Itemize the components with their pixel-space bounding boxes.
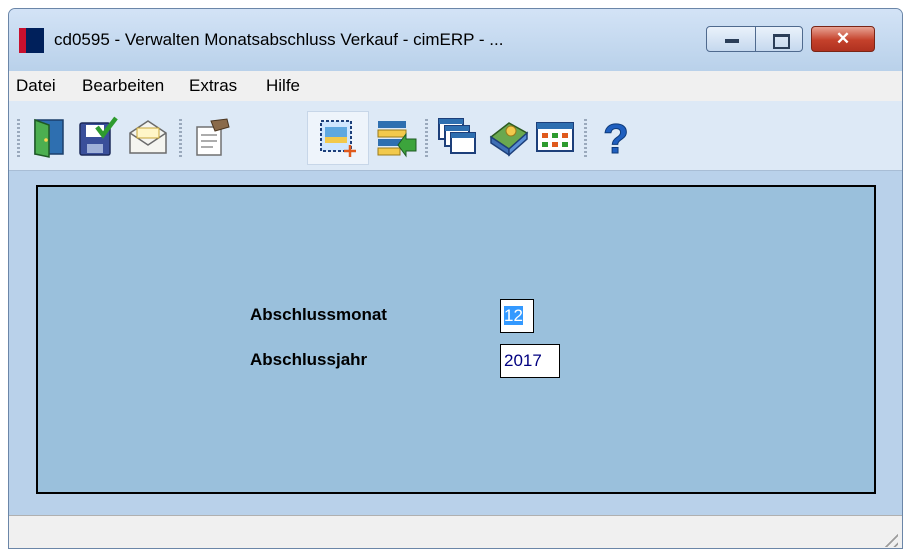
- minimize-button[interactable]: [706, 26, 756, 52]
- form-panel: Abschlussmonat 12 Abschlussjahr 2017: [36, 185, 876, 494]
- help-button[interactable]: ?: [594, 115, 638, 159]
- main-window: cd0595 - Verwalten Monatsabschluss Verka…: [8, 8, 903, 549]
- exit-door-icon: [34, 118, 64, 158]
- year-input[interactable]: 2017: [500, 344, 560, 378]
- year-label: Abschlussjahr: [250, 350, 368, 369]
- toolbar-separator: [179, 119, 182, 159]
- help-glyph: ?: [603, 115, 629, 159]
- book-help-icon: [489, 122, 529, 157]
- menu-item-hilfe[interactable]: Hilfe: [266, 76, 300, 96]
- question-mark-icon: ?: [603, 115, 630, 159]
- menu-item-datei[interactable]: Datei: [16, 76, 56, 96]
- maximize-icon: [773, 34, 790, 49]
- save-check-icon: [79, 116, 118, 156]
- mail-envelope-icon: [129, 120, 167, 154]
- exit-door-button[interactable]: [27, 115, 71, 159]
- toolbar: ?: [9, 101, 902, 171]
- window-title: cd0595 - Verwalten Monatsabschluss Verka…: [54, 30, 504, 49]
- menu-bar: Datei Bearbeiten Extras Hilfe: [9, 71, 902, 102]
- month-value: 12: [504, 306, 523, 325]
- close-button[interactable]: ✕: [811, 26, 875, 52]
- calendar-grid-icon: [536, 122, 574, 152]
- minimize-icon: [725, 39, 739, 43]
- close-icon: ✕: [835, 29, 851, 48]
- menu-item-bearbeiten[interactable]: Bearbeiten: [82, 76, 164, 96]
- mail-button[interactable]: [126, 115, 170, 159]
- new-selection-icon: [320, 120, 356, 157]
- list-import-icon: [377, 121, 417, 158]
- toolbar-separator-3: [584, 119, 587, 159]
- month-input[interactable]: 12: [500, 299, 534, 333]
- save-button[interactable]: [75, 115, 119, 159]
- windows-button[interactable]: [435, 115, 479, 159]
- toolbar-separator-2: [425, 119, 428, 159]
- properties-hand-icon: [196, 118, 230, 156]
- windows-cascade-icon: [438, 118, 476, 154]
- new-record-button[interactable]: [316, 115, 360, 159]
- book-button[interactable]: [487, 115, 531, 159]
- status-bar: [9, 515, 902, 548]
- toolbar-grip[interactable]: [17, 119, 20, 159]
- resize-grip-icon[interactable]: [880, 529, 898, 547]
- month-label: Abschlussmonat: [250, 305, 387, 324]
- calendar-button[interactable]: [533, 115, 577, 159]
- menu-item-extras[interactable]: Extras: [189, 76, 237, 96]
- import-list-button[interactable]: [374, 115, 418, 159]
- properties-button[interactable]: [189, 115, 233, 159]
- app-logo-icon[interactable]: [19, 28, 44, 53]
- title-bar[interactable]: cd0595 - Verwalten Monatsabschluss Verka…: [9, 9, 902, 71]
- maximize-button[interactable]: [755, 26, 803, 52]
